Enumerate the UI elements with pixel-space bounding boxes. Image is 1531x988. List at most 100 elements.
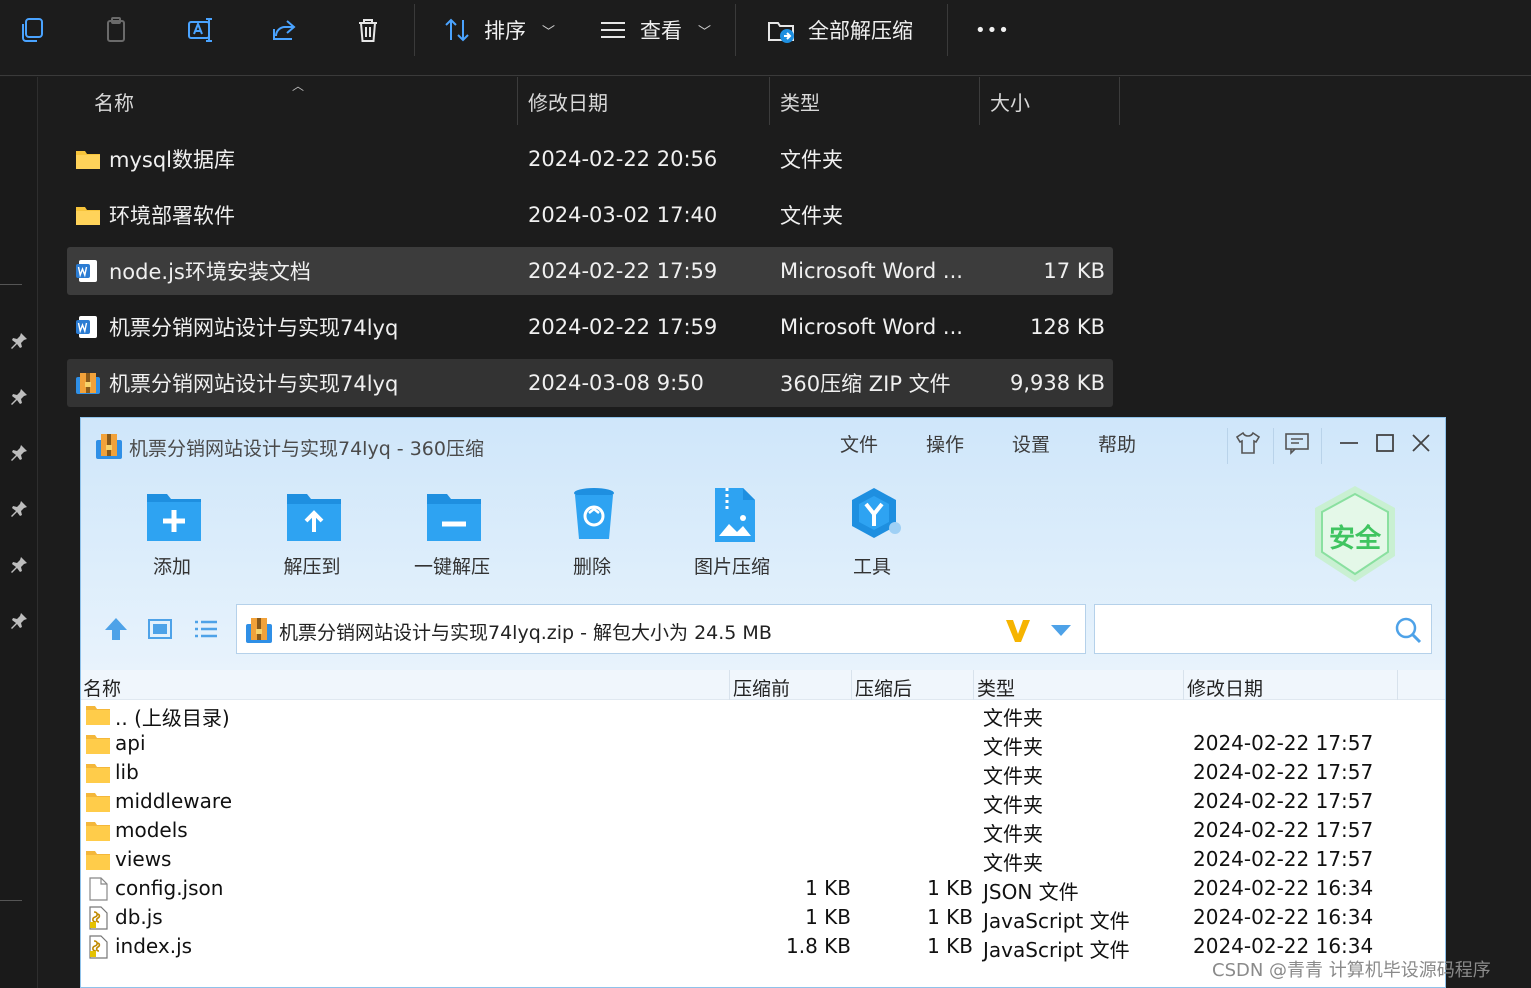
paste-icon[interactable] (96, 10, 136, 50)
menu-help[interactable]: 帮助 (1098, 430, 1136, 457)
file-name: 机票分销网站设计与实现74lyq (109, 316, 399, 340)
archive-entry-row[interactable]: lib 文件夹 2024-02-22 17:57 (81, 759, 1445, 788)
add-button[interactable]: 添加 (117, 486, 227, 586)
extract-to-label: 解压到 (283, 556, 341, 578)
zip-header: 机票分销网站设计与实现74lyq - 360压缩 文件 操作 设置 帮助 添加 … (81, 418, 1445, 670)
extract-to-button[interactable]: 解压到 (257, 486, 367, 586)
thumbnail-view-icon[interactable] (145, 614, 175, 644)
column-header-before[interactable]: 压缩前 (733, 674, 790, 701)
file-row[interactable]: 环境部署软件 2024-03-02 17:40 文件夹 (67, 191, 1113, 239)
file-name: 环境部署软件 (109, 204, 235, 228)
pin-icon[interactable] (8, 386, 30, 408)
archive-entry-row[interactable]: config.json 1 KB 1 KB JSON 文件 2024-02-22 16:… (81, 875, 1445, 904)
archive-entry-row[interactable]: .. (上级目录) 文件夹 (81, 701, 1445, 730)
image-compress-icon (715, 488, 755, 542)
entry-name: .. (上级目录) (115, 706, 230, 730)
column-header-after[interactable]: 压缩后 (855, 674, 912, 701)
entry-size-before: 1 KB (805, 876, 851, 900)
blank-file-icon (89, 877, 108, 901)
zip-window: 机票分销网站设计与实现74lyq - 360压缩 文件 操作 设置 帮助 添加 … (80, 417, 1446, 988)
archive-entry-row[interactable]: api 文件夹 2024-02-22 17:57 (81, 730, 1445, 759)
script-file-icon (89, 935, 108, 959)
archive-entry-row[interactable]: models 文件夹 2024-02-22 17:57 (81, 817, 1445, 846)
entry-modified: 2024-02-22 17:57 (1193, 760, 1374, 784)
close-icon[interactable] (1408, 430, 1434, 456)
archive-path-bar[interactable]: 机票分销网站设计与实现74lyq.zip - 解包大小为 24.5 MB (236, 604, 1086, 654)
v-logo-icon[interactable] (1003, 615, 1033, 645)
sort-label: 排序 (484, 19, 526, 43)
column-header-size[interactable]: 大小 (990, 77, 1030, 125)
feedback-icon[interactable] (1284, 430, 1310, 456)
up-level-icon[interactable] (101, 614, 131, 644)
menu-file[interactable]: 文件 (840, 430, 878, 457)
sort-button[interactable]: 排序 ﹀ (442, 10, 555, 50)
safe-shield-badge[interactable]: 安全 (1311, 484, 1399, 584)
extract-all-label: 全部解压缩 (808, 19, 913, 43)
column-header-modified[interactable]: 修改日期 (1187, 674, 1263, 701)
maximize-icon[interactable] (1372, 430, 1398, 456)
menu-settings[interactable]: 设置 (1012, 430, 1050, 457)
search-input[interactable] (1103, 613, 1383, 645)
file-row[interactable]: mysql数据库 2024-02-22 20:56 文件夹 (67, 135, 1113, 183)
pin-icon[interactable] (8, 442, 30, 464)
image-compress-label: 图片压缩 (693, 556, 770, 578)
rename-icon[interactable] (180, 10, 220, 50)
entry-type: 文件夹 (983, 764, 1043, 788)
file-name: 机票分销网站设计与实现74lyq (109, 372, 399, 396)
file-modified: 2024-02-22 20:56 (528, 147, 718, 171)
folder-icon (86, 822, 110, 841)
dropdown-arrow-icon[interactable] (1049, 621, 1073, 639)
archive-entry-row[interactable]: db.js 1 KB 1 KB JavaScript 文件 2024-02-22 16:… (81, 904, 1445, 933)
archive-column-headers: 名称 压缩前 压缩后 类型 修改日期 (81, 670, 1445, 701)
column-header-name[interactable]: 名称 (94, 77, 134, 125)
menu-operation[interactable]: 操作 (926, 430, 964, 457)
file-type: 文件夹 (780, 204, 843, 228)
folder-icon (76, 207, 100, 225)
view-button[interactable]: 查看 ﹀ (598, 10, 711, 50)
tools-label: 工具 (852, 556, 891, 578)
entry-size-before: 1 KB (805, 905, 851, 929)
column-header-modified[interactable]: 修改日期 (528, 77, 608, 125)
entry-name: index.js (115, 934, 193, 958)
entry-name: lib (115, 760, 139, 784)
skin-tshirt-icon[interactable] (1235, 430, 1261, 456)
file-size: 17 KB (1043, 259, 1105, 283)
tools-button[interactable]: 工具 (817, 486, 927, 586)
add-icon (147, 494, 201, 541)
file-row[interactable]: 机票分销网站设计与实现74lyq 2024-02-22 17:59 Micros… (67, 303, 1113, 351)
archive-entry-row[interactable]: middleware 文件夹 2024-02-22 17:57 (81, 788, 1445, 817)
delete-button[interactable]: 删除 (537, 486, 647, 586)
more-options-button[interactable]: ••• (975, 10, 1010, 50)
entry-modified: 2024-02-22 16:34 (1193, 876, 1374, 900)
archive-search-bar[interactable] (1094, 604, 1432, 654)
copy-icon[interactable] (12, 10, 52, 50)
pin-icon[interactable] (8, 610, 30, 632)
list-view-icon[interactable] (191, 614, 221, 644)
folder-icon (86, 706, 110, 725)
column-header-type[interactable]: 类型 (977, 674, 1015, 701)
file-type: 360压缩 ZIP 文件 (780, 372, 951, 396)
file-row-selected[interactable]: node.js环境安装文档 2024-02-22 17:59 Microsoft… (67, 247, 1113, 295)
chevron-down-icon: ﹀ (542, 24, 556, 40)
file-row-selected[interactable]: 机票分销网站设计与实现74lyq 2024-03-08 9:50 360压缩 Z… (67, 359, 1113, 407)
view-label: 查看 (640, 19, 682, 43)
pin-icon[interactable] (8, 554, 30, 576)
minimize-icon[interactable] (1336, 430, 1362, 456)
image-compress-button[interactable]: 图片压缩 (677, 486, 787, 586)
one-click-extract-button[interactable]: 一键解压 (397, 486, 507, 586)
share-icon[interactable] (264, 10, 304, 50)
entry-size-before: 1.8 KB (786, 934, 851, 958)
entry-modified: 2024-02-22 17:57 (1193, 789, 1374, 813)
extract-all-button[interactable]: 全部解压缩 (766, 10, 913, 50)
one-click-extract-label: 一键解压 (413, 556, 490, 578)
entry-modified: 2024-02-22 17:57 (1193, 731, 1374, 755)
pin-icon[interactable] (8, 330, 30, 352)
archive-entry-row[interactable]: views 文件夹 2024-02-22 17:57 (81, 846, 1445, 875)
column-header-type[interactable]: 类型 (780, 77, 820, 125)
file-size: 128 KB (1030, 315, 1105, 339)
trash-icon[interactable] (348, 10, 388, 50)
search-icon[interactable] (1393, 615, 1423, 645)
pin-icon[interactable] (8, 498, 30, 520)
sort-icon (445, 18, 469, 42)
column-header-name[interactable]: 名称 (83, 674, 121, 701)
